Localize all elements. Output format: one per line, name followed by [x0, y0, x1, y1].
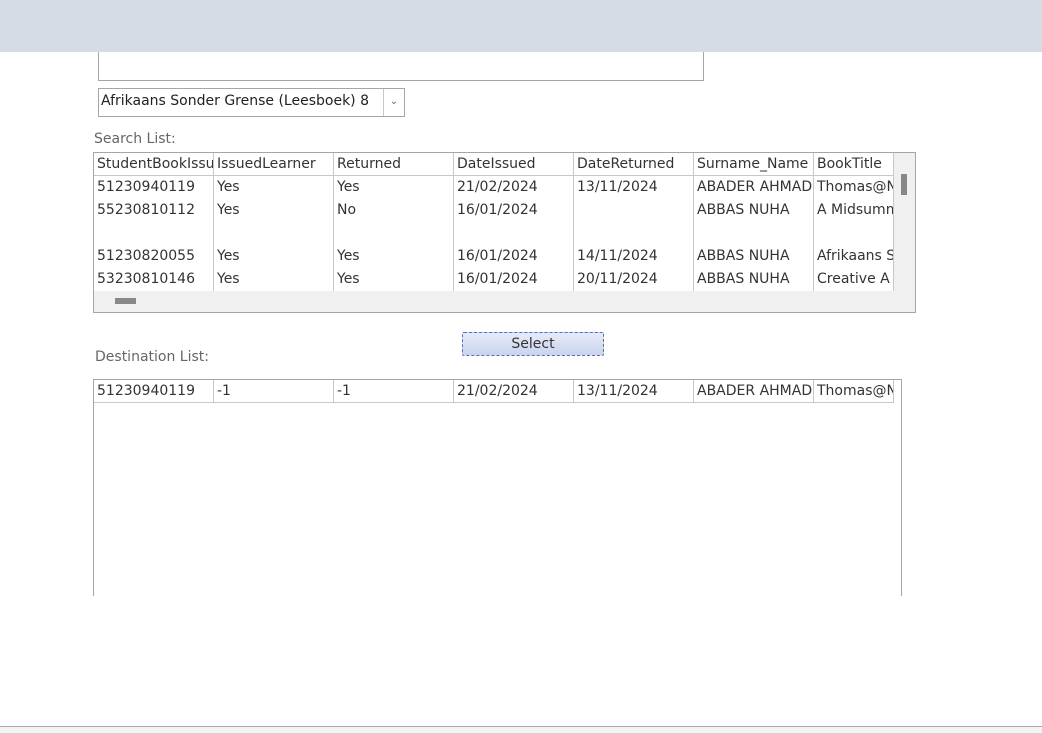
- table-cell: Creative A: [814, 268, 894, 291]
- table-cell: 55230810112: [94, 199, 214, 222]
- table-cell: ABBAS NUHA: [694, 245, 814, 268]
- table-cell: Yes: [214, 222, 334, 245]
- search-list-label: Search List:: [94, 131, 176, 147]
- column-header[interactable]: IssuedLearner: [214, 153, 334, 176]
- table-cell: [574, 199, 694, 222]
- table-cell: Yes: [214, 268, 334, 291]
- scrollbar-thumb[interactable]: [115, 298, 136, 304]
- table-cell: ABBAS NUHA: [694, 199, 814, 222]
- table-cell: 13/11/2024: [574, 176, 694, 199]
- table-cell: 21/02/2024: [454, 380, 574, 403]
- table-cell: No: [334, 199, 454, 222]
- table-cell: Yes: [214, 245, 334, 268]
- table-cell: ABADER AHMAD: [694, 176, 814, 199]
- table-cell: Yes: [334, 222, 454, 245]
- search-list[interactable]: StudentBookIssue IssuedLearner Returned Dat…: [93, 152, 916, 313]
- table-cell: 51230810077: [94, 222, 214, 245]
- table-cell: 16/01/2024: [454, 199, 574, 222]
- table-cell: A Midsumm: [814, 199, 894, 222]
- table-cell: -1: [214, 380, 334, 403]
- table-cell: ABBAS NUHA: [694, 222, 814, 245]
- table-cell: 13/11/2024: [574, 380, 694, 403]
- table-cell: Yes: [334, 268, 454, 291]
- table-cell: Yes: [214, 176, 334, 199]
- vertical-scrollbar[interactable]: [893, 153, 915, 312]
- column-header[interactable]: Returned: [334, 153, 454, 176]
- column-header[interactable]: StudentBookIssue: [94, 153, 214, 176]
- table-cell: 14/11/2024: [574, 222, 694, 245]
- column-header[interactable]: DateReturned: [574, 153, 694, 176]
- destination-list[interactable]: 51230940119 -1 -1 21/02/2024 13/11/2024 ABADE…: [93, 379, 902, 596]
- destination-list-label: Destination List:: [95, 349, 209, 365]
- table-cell: 51230940119: [94, 176, 214, 199]
- text-box[interactable]: [98, 52, 704, 81]
- table-cell: Thomas@N: [814, 380, 894, 403]
- table-cell: 21/02/2024: [454, 176, 574, 199]
- table-cell: ABADER AHMAD: [694, 380, 814, 403]
- horizontal-scrollbar[interactable]: [94, 291, 893, 312]
- book-combo[interactable]: Afrikaans Sonder Grense (Leesboek) 8 ⌄: [98, 88, 405, 117]
- table-cell: ABBAS NUHA: [694, 268, 814, 291]
- table-cell: 16/01/2024: [454, 268, 574, 291]
- form-header: [0, 0, 1042, 52]
- scrollbar-thumb[interactable]: [901, 174, 907, 195]
- table-cell: Yes: [214, 199, 334, 222]
- table-cell: 16/01/2024: [454, 222, 574, 245]
- table-cell: Yes: [334, 176, 454, 199]
- column-header[interactable]: BookTitle: [814, 153, 894, 176]
- table-cell: 20/11/2024: [574, 268, 694, 291]
- table-cell: Thomas@N: [814, 176, 894, 199]
- table-cell: 53230810146: [94, 268, 214, 291]
- table-cell: Afrikaans S: [814, 245, 894, 268]
- select-button[interactable]: Select: [462, 332, 604, 356]
- table-cell: 14/11/2024: [574, 245, 694, 268]
- column-header[interactable]: DateIssued: [454, 153, 574, 176]
- chevron-down-icon[interactable]: ⌄: [383, 89, 404, 116]
- table-cell: 51230820055: [94, 245, 214, 268]
- table-cell: Afrikaans S: [814, 222, 894, 245]
- combo-value: Afrikaans Sonder Grense (Leesboek) 8: [101, 93, 369, 109]
- table-cell: Yes: [334, 245, 454, 268]
- table-cell: 16/01/2024: [454, 245, 574, 268]
- table-cell: -1: [334, 380, 454, 403]
- table-cell: 51230940119: [94, 380, 214, 403]
- column-header[interactable]: Surname_Name: [694, 153, 814, 176]
